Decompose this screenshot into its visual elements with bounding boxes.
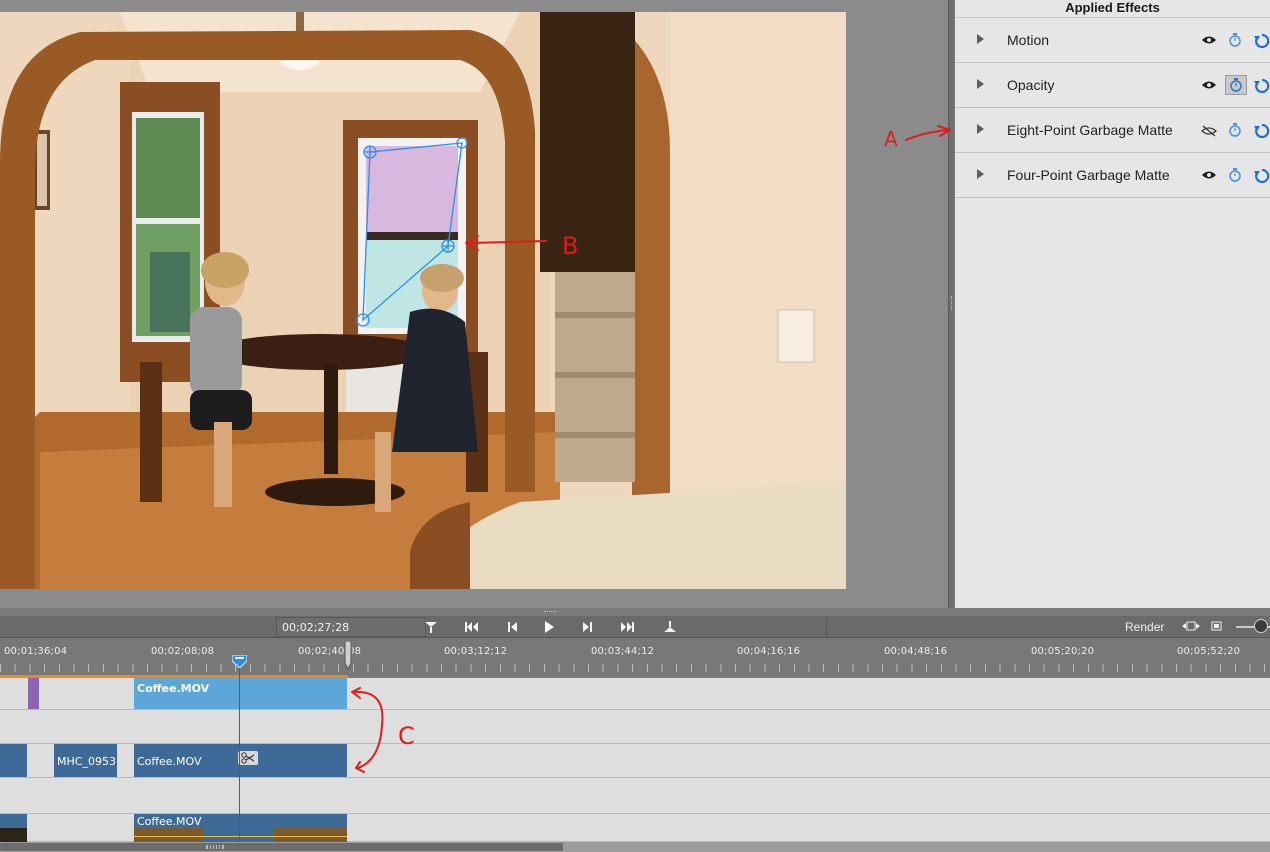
eye-hidden-icon[interactable]	[1201, 125, 1217, 137]
clip-mhc-0953[interactable]: MHC_0953.	[54, 744, 117, 777]
reset-icon[interactable]	[1254, 168, 1270, 184]
narration-track: Coffee.MOV	[0, 814, 1270, 842]
effect-row-four-point-garbage-matte[interactable]: Four-Point Garbage Matte	[955, 153, 1270, 198]
zoom-slider-handle[interactable]	[1254, 619, 1268, 633]
applied-effects-panel: Applied Effects Motion Opacity Eight-Poi…	[955, 0, 1270, 608]
stopwatch-toggle-active[interactable]	[1225, 75, 1247, 95]
scissors-icon[interactable]	[238, 751, 258, 765]
timeline-scrollbar-thumb[interactable]	[0, 843, 563, 851]
go-to-next-edit-button[interactable]	[612, 617, 642, 637]
reset-icon[interactable]	[1254, 78, 1270, 94]
go-to-out-point-button[interactable]	[655, 617, 685, 637]
reset-icon[interactable]	[1254, 123, 1270, 139]
ruler-label: 00;03;12;12	[444, 646, 508, 657]
current-timecode-field[interactable]: 00;02;27;28	[276, 617, 426, 637]
ruler-label: 00;02;08;08	[151, 646, 215, 657]
playhead-line	[239, 660, 240, 846]
step-back-icon	[508, 622, 517, 632]
reset-icon[interactable]	[1254, 33, 1270, 49]
marker-clip[interactable]	[28, 678, 39, 709]
expand-triangle-icon[interactable]	[977, 79, 984, 89]
expand-triangle-icon[interactable]	[977, 169, 984, 179]
render-button[interactable]: Render	[1125, 620, 1164, 634]
video-track-1: MHC_0953. Coffee.MOV	[0, 744, 1270, 778]
work-area-end-marker[interactable]	[343, 641, 353, 669]
expand-triangle-icon[interactable]	[977, 34, 984, 44]
stopwatch-icon[interactable]	[1229, 168, 1241, 182]
ruler-label: 00;05;52;20	[1177, 646, 1241, 657]
stopwatch-icon	[1230, 78, 1242, 92]
step-forward-button[interactable]	[572, 617, 602, 637]
ruler-label: 00;04;16;16	[737, 646, 801, 657]
timeline-ruler[interactable]: 00;01;36;04 00;02;08;08 00;02;40;08 00;0…	[0, 638, 1270, 676]
effect-name: Four-Point Garbage Matte	[1007, 167, 1170, 183]
audio-track-2	[0, 710, 1270, 744]
step-forward-icon	[583, 622, 592, 632]
play-icon	[545, 621, 554, 633]
transport-bar: 00;02;27;28 Render	[0, 616, 1270, 638]
applied-effects-title: Applied Effects	[955, 0, 1270, 18]
video-frame-image	[0, 12, 846, 589]
expand-triangle-icon[interactable]	[977, 124, 984, 134]
monitor-splitter[interactable]	[948, 0, 954, 608]
clip-coffee-audio[interactable]: Coffee.MOV	[134, 814, 347, 842]
ruler-label: 00;05;20;20	[1031, 646, 1095, 657]
video-track-2: Coffee.MOV	[0, 678, 1270, 710]
timeline-tracks: Coffee.MOV MHC_0953. Coffee.MOV Coffee.M…	[0, 678, 1270, 842]
stopwatch-icon[interactable]	[1229, 123, 1241, 137]
zoom-out-icon[interactable]	[1211, 621, 1222, 631]
play-button[interactable]	[534, 617, 564, 637]
clip-coffee-selected[interactable]: Coffee.MOV	[134, 678, 347, 709]
clip-label: Coffee.MOV	[137, 682, 210, 695]
go-to-in-point-icon	[425, 622, 437, 633]
program-monitor	[0, 0, 954, 608]
clip-previous-audio[interactable]	[0, 814, 27, 842]
effect-row-opacity[interactable]: Opacity	[955, 63, 1270, 108]
clip-label: MHC_0953.	[57, 755, 117, 768]
go-to-previous-edit-button[interactable]	[457, 617, 487, 637]
ruler-label: 00;04;48;16	[884, 646, 948, 657]
playhead-handle[interactable]	[232, 655, 247, 668]
effect-name: Motion	[1007, 32, 1050, 48]
ruler-ticks	[0, 664, 1270, 672]
timeline-scrollbar[interactable]	[0, 842, 1270, 852]
stopwatch-icon[interactable]	[1229, 33, 1241, 47]
effect-row-motion[interactable]: Motion	[955, 18, 1270, 63]
step-back-button[interactable]	[498, 617, 528, 637]
effect-name: Opacity	[1007, 77, 1055, 93]
ruler-label: 00;03;44;12	[591, 646, 655, 657]
next-edit-icon	[621, 622, 634, 632]
current-timecode: 00;02;27;28	[282, 621, 350, 634]
eye-icon[interactable]	[1201, 170, 1217, 180]
clip-label: Coffee.MOV	[137, 815, 202, 828]
effect-row-eight-point-garbage-matte[interactable]: Eight-Point Garbage Matte	[955, 108, 1270, 153]
transport-right-area	[826, 617, 1270, 637]
clip-previous[interactable]	[0, 744, 27, 777]
ruler-label: 00;01;36;04	[4, 646, 68, 657]
go-to-out-point-icon	[664, 621, 676, 632]
eye-icon[interactable]	[1201, 35, 1217, 45]
go-to-in-point-button[interactable]	[416, 617, 446, 637]
effect-name: Eight-Point Garbage Matte	[1007, 122, 1173, 138]
panel-divider[interactable]	[0, 608, 1270, 616]
previous-edit-icon	[465, 622, 478, 632]
audio-track-1	[0, 778, 1270, 814]
video-preview-frame[interactable]	[0, 12, 846, 589]
eye-icon[interactable]	[1201, 80, 1217, 90]
fit-timeline-icon[interactable]	[1182, 621, 1200, 631]
